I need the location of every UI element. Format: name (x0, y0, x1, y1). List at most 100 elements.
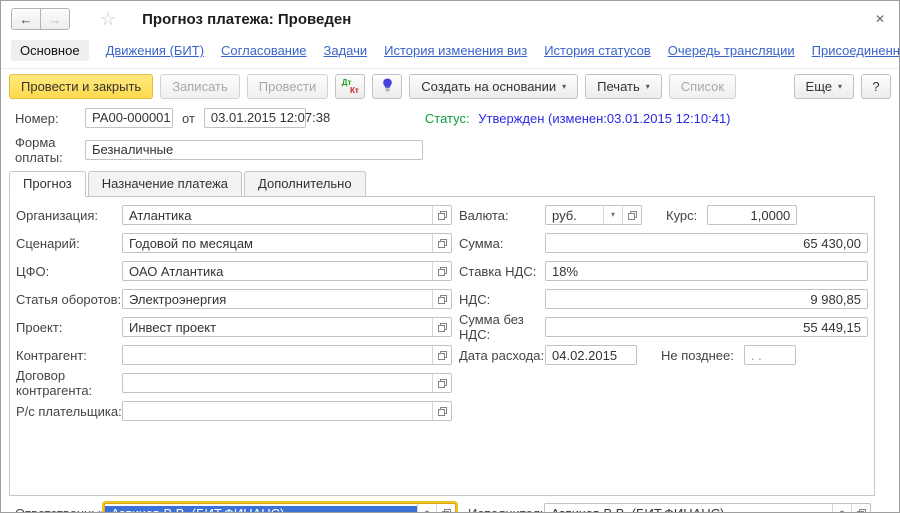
favorite-star-icon[interactable]: ☆ (100, 10, 116, 28)
payer-account-input[interactable] (122, 401, 452, 421)
debit-credit-button[interactable]: Дт Кт (335, 74, 365, 99)
dropdown-icon[interactable]: ▾ (417, 504, 436, 513)
vat-label: НДС: (459, 292, 545, 307)
choose-icon[interactable] (432, 234, 451, 252)
amount-input[interactable]: 65 430,00 (545, 233, 868, 253)
nav-item-approval[interactable]: Согласование (221, 43, 306, 58)
back-button[interactable]: ← (11, 8, 41, 30)
field-row-amount-no-vat: Сумма без НДС: 55 449,15 (459, 313, 868, 341)
field-row-cfo: ЦФО: ОАО Атлантика (16, 257, 452, 285)
scenario-input[interactable]: Годовой по месяцам (122, 233, 452, 253)
expense-date-label: Дата расхода: (459, 348, 545, 363)
payment-form-row: Форма оплаты: Безналичные (1, 135, 899, 165)
amount-value: 65 430,00 (546, 236, 867, 251)
nav-item-status-history[interactable]: История статусов (544, 43, 651, 58)
print-button[interactable]: Печать ▾ (585, 74, 662, 99)
nav-item-main[interactable]: Основное (11, 40, 89, 61)
left-column: Организация: Атлантика Сценарий: Годовой… (16, 201, 452, 491)
executor-label: Исполнитель: (468, 506, 544, 513)
vat-input[interactable]: 9 980,85 (545, 289, 868, 309)
choose-icon[interactable] (432, 402, 451, 420)
choose-icon[interactable] (851, 504, 870, 513)
organization-label: Организация: (16, 208, 122, 223)
currency-label: Валюта: (459, 208, 545, 223)
organization-value: Атлантика (123, 208, 432, 223)
choose-icon[interactable] (622, 206, 641, 224)
choose-icon[interactable] (432, 206, 451, 224)
number-input[interactable]: РА00-000001 (85, 108, 173, 128)
executor-input[interactable]: Агличев В.В. (БИТ.ФИНАНС) ▾ (544, 503, 871, 513)
cfo-input[interactable]: ОАО Атлантика (122, 261, 452, 281)
field-row-project: Проект: Инвест проект (16, 313, 452, 341)
post-and-close-button[interactable]: Провести и закрыть (9, 74, 153, 99)
titlebar: ← → ☆ Прогноз платежа: Проведен ✕ (1, 1, 899, 37)
currency-input[interactable]: руб. ▾ (545, 205, 642, 225)
tab-payment-purpose[interactable]: Назначение платежа (88, 171, 242, 197)
scenario-label: Сценарий: (16, 236, 122, 251)
cfo-value: ОАО Атлантика (123, 264, 432, 279)
counterparty-label: Контрагент: (16, 348, 122, 363)
amount-no-vat-label: Сумма без НДС: (459, 312, 545, 342)
nav-item-visa-history[interactable]: История изменения виз (384, 43, 527, 58)
choose-icon[interactable] (432, 318, 451, 336)
chevron-down-icon: ▾ (646, 83, 650, 91)
lightbulb-icon (382, 78, 393, 95)
dropdown-icon[interactable]: ▾ (832, 504, 851, 513)
not-later-input[interactable]: . . (744, 345, 796, 365)
rate-label: Курс: (666, 208, 697, 223)
explain-button[interactable] (372, 74, 402, 99)
nav-item-movements[interactable]: Движения (БИТ) (106, 43, 204, 58)
document-window: ← → ☆ Прогноз платежа: Проведен ✕ Основн… (0, 0, 900, 513)
expense-date-input[interactable]: 04.02.2015 (545, 345, 637, 365)
vat-rate-value: 18% (546, 264, 867, 279)
datetime-input[interactable]: 03.01.2015 12:07:38 (204, 108, 306, 128)
close-icon[interactable]: ✕ (875, 12, 885, 26)
vat-value: 9 980,85 (546, 292, 867, 307)
more-button[interactable]: Еще ▾ (794, 74, 854, 99)
chevron-down-icon: ▾ (838, 83, 842, 91)
not-later-value: . . (745, 348, 795, 363)
list-button[interactable]: Список (669, 74, 736, 99)
executor-value: Агличев В.В. (БИТ.ФИНАНС) (545, 506, 832, 513)
rate-input[interactable]: 1,0000 (707, 205, 797, 225)
nav-links-row: Основное Движения (БИТ) Согласование Зад… (1, 37, 899, 69)
contract-input[interactable] (122, 373, 452, 393)
turnover-item-input[interactable]: Электроэнергия (122, 289, 452, 309)
choose-icon[interactable] (436, 504, 455, 513)
choose-icon[interactable] (432, 374, 451, 392)
help-button[interactable]: ? (861, 74, 891, 99)
organization-input[interactable]: Атлантика (122, 205, 452, 225)
amount-no-vat-value: 55 449,15 (546, 320, 867, 335)
choose-icon[interactable] (432, 262, 451, 280)
payer-account-label: Р/с плательщика: (16, 404, 122, 419)
amount-no-vat-input[interactable]: 55 449,15 (545, 317, 868, 337)
choose-icon[interactable] (432, 346, 451, 364)
status-label: Статус: (425, 111, 470, 126)
choose-icon[interactable] (432, 290, 451, 308)
status-line: Статус: Утвержден (изменен:03.01.2015 12… (425, 111, 731, 126)
create-based-on-button[interactable]: Создать на основании ▾ (409, 74, 578, 99)
responsible-input[interactable]: Агличев В.В. (БИТ.ФИНАНС) ▾ (104, 503, 456, 513)
nav-item-translation-queue[interactable]: Очередь трансляции (668, 43, 795, 58)
post-button[interactable]: Провести (247, 74, 329, 99)
field-row-payer-account: Р/с плательщика: (16, 397, 452, 425)
tab-forecast[interactable]: Прогноз (9, 171, 86, 197)
cfo-label: ЦФО: (16, 264, 122, 279)
counterparty-input[interactable] (122, 345, 452, 365)
dropdown-icon[interactable]: ▾ (603, 206, 622, 224)
currency-value: руб. (546, 208, 603, 223)
turnover-item-value: Электроэнергия (123, 292, 432, 307)
forward-button[interactable]: → (40, 8, 70, 30)
forward-icon: → (49, 12, 62, 27)
payment-form-input[interactable]: Безналичные (85, 140, 423, 160)
project-input[interactable]: Инвест проект (122, 317, 452, 337)
nav-item-attached-files[interactable]: Присоединенные файлы (812, 43, 900, 58)
tab-additional[interactable]: Дополнительно (244, 171, 366, 197)
create-based-on-label: Создать на основании (421, 79, 556, 94)
nav-item-tasks[interactable]: Задачи (323, 43, 367, 58)
field-row-vat: НДС: 9 980,85 (459, 285, 868, 313)
vat-rate-input[interactable]: 18% (545, 261, 868, 281)
payment-form-label: Форма оплаты: (15, 135, 85, 165)
field-row-amount: Сумма: 65 430,00 (459, 229, 868, 257)
save-button[interactable]: Записать (160, 74, 240, 99)
